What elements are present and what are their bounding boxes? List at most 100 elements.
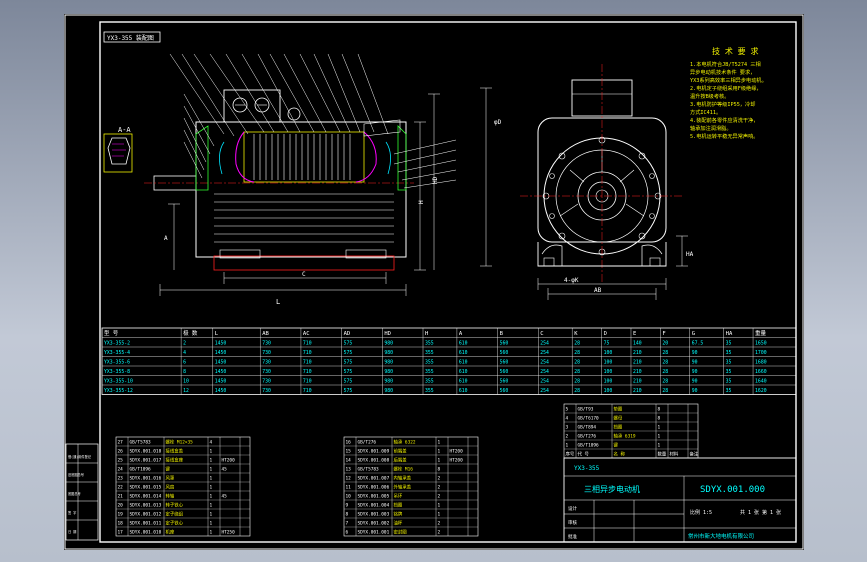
bom-cell: SDYX.001.017 (130, 458, 162, 464)
bom-cell: GB/T894 (578, 425, 597, 431)
side-elevation-view: A-A L C H HD A (103, 53, 457, 306)
dim-table-cell: 560 (500, 369, 509, 375)
dim-table-header: K (574, 331, 578, 337)
bom-cell: 1 (438, 503, 441, 509)
bom-cell: 21 (118, 494, 124, 500)
dim-table-cell: YX3-355-6 (104, 360, 130, 366)
dim-table-cell: 28 (662, 388, 668, 394)
dim-table-cell: 90 (692, 388, 698, 394)
bom-cell: GB/T6170 (578, 416, 600, 422)
section-label: A-A (118, 126, 131, 134)
stator-windings (253, 134, 351, 180)
bom-cell: GB/T5783 (130, 440, 152, 446)
bom-cell: 2 (566, 434, 569, 440)
dim-table-cell: 254 (540, 379, 549, 385)
bom-cell: 25 (118, 458, 124, 464)
sheet-label: 共 1 张 第 1 张 (740, 509, 781, 516)
dim-table-cell: 35 (726, 388, 732, 394)
bom-cell: 材料 (670, 451, 679, 458)
bom-cell: GB/T1096 (130, 467, 152, 473)
bom-cell: 8 (658, 416, 661, 422)
dim-table-cell: 980 (384, 360, 393, 366)
dim-table-cell: 75 (604, 341, 610, 347)
bom-cell: 8 (658, 407, 661, 413)
tech-note-line: 温升按B级考核。 (690, 92, 729, 100)
dim-table-cell: 575 (344, 341, 353, 347)
dimension-table: 型 号 YX3-355-2 YX3-355-4 YX3-355-6 YX3-355-8 Y… (101, 327, 797, 395)
bom-cell: 2 (438, 476, 441, 482)
dim-K-label: 4-φK (564, 277, 579, 284)
dim-table-header: AB (262, 331, 269, 337)
dim-table-header: C (540, 331, 543, 337)
bom-cell: SDYX.001.010 (130, 530, 162, 536)
dim-A-label: A (164, 235, 168, 242)
bom-cell: SDYX.001.013 (130, 503, 162, 509)
terminal-box (223, 89, 281, 123)
dim-table-cell: 90 (692, 379, 698, 385)
dim-table-cell: 355 (425, 388, 434, 394)
bom-cell: 序号 (566, 451, 575, 458)
bom-cell: 备注 (690, 451, 699, 458)
bom-cell: 16 (346, 440, 352, 446)
dim-table-header: AD (344, 331, 351, 337)
bom-cell: 8 (346, 512, 349, 518)
dim-table-cell: YX3-355-12 (104, 388, 133, 394)
bom-cell: 9 (346, 503, 349, 509)
dim-table-cell: 35 (726, 350, 732, 356)
bom-cell: HT250 (222, 530, 236, 536)
company-name: 常州市新大地电机有限公司 (688, 532, 754, 540)
designer-label: 设计 (568, 505, 577, 512)
bom-cell: 1 (210, 521, 213, 527)
bom-cell: 1 (438, 449, 441, 455)
dim-table-cell: 8 (183, 369, 186, 375)
part-leaders (169, 53, 457, 189)
bom-cell: 后端盖 (394, 457, 408, 464)
dim-table-cell: 1620 (755, 388, 767, 394)
dim-table-cell: 355 (425, 369, 434, 375)
dim-table-cell: 730 (262, 341, 271, 347)
dim-table-cell: 710 (303, 369, 312, 375)
bom-cell: SDYX.001.007 (358, 476, 390, 482)
tech-note-line: 轴承加注润滑脂。 (690, 124, 732, 132)
bom-cell: 定子铁心 (166, 520, 184, 527)
dim-table-cell: 1450 (215, 388, 227, 394)
dim-table-cell: 1450 (215, 341, 227, 347)
dim-table-header: H (425, 331, 428, 337)
dim-table-cell: 210 (633, 360, 642, 366)
bom-cell: 铭牌 (394, 511, 403, 518)
dim-table-cell: 560 (500, 379, 509, 385)
bom-cell: 接线盒座 (166, 457, 184, 464)
dim-table-header: HD (384, 331, 391, 337)
dim-table-cell: 730 (262, 388, 271, 394)
dim-table-cell: 1640 (755, 379, 767, 385)
bom-cell: 2 (438, 494, 441, 500)
dim-table-header: E (633, 331, 636, 337)
dim-table-cell: 610 (459, 360, 468, 366)
side-panel-label: 旧底图总号 (68, 472, 84, 477)
title-block: YX3-355 三相异步电动机 SDYX.001.000 设计 审核 批准 比例… (563, 457, 797, 543)
bom-cell: GB/T1096 (578, 443, 600, 449)
bom-cell: HT200 (450, 449, 464, 455)
bom-cell: 1 (566, 443, 569, 449)
tech-note-line: 异步电动机技术条件 要求， (690, 68, 755, 76)
bom-cell: 23 (118, 476, 124, 482)
bom-cell: 轴承 6322 (394, 439, 416, 446)
bom-cell: 1 (658, 443, 661, 449)
dim-table-cell: 355 (425, 350, 434, 356)
bom-cell: SDYX.001.003 (358, 512, 390, 518)
dim-table-cell: 140 (633, 341, 642, 347)
bom-cell: 45 (222, 494, 228, 500)
dim-table-cell: 560 (500, 360, 509, 366)
bom-cell: 14 (346, 458, 352, 464)
dim-table-cell: 575 (344, 360, 353, 366)
dim-table-cell: 1450 (215, 360, 227, 366)
bom-cell: HT200 (222, 458, 236, 464)
bom-cell: 转轴 (166, 493, 175, 500)
bom-cell: 风扇 (166, 484, 175, 491)
lifting-eye (287, 107, 301, 121)
dim-table-header: HA (726, 331, 733, 337)
bom-cell: 19 (118, 512, 124, 518)
dim-table-header: AC (303, 331, 310, 337)
bom-cell: 12 (346, 476, 352, 482)
dim-table-cell: 560 (500, 350, 509, 356)
